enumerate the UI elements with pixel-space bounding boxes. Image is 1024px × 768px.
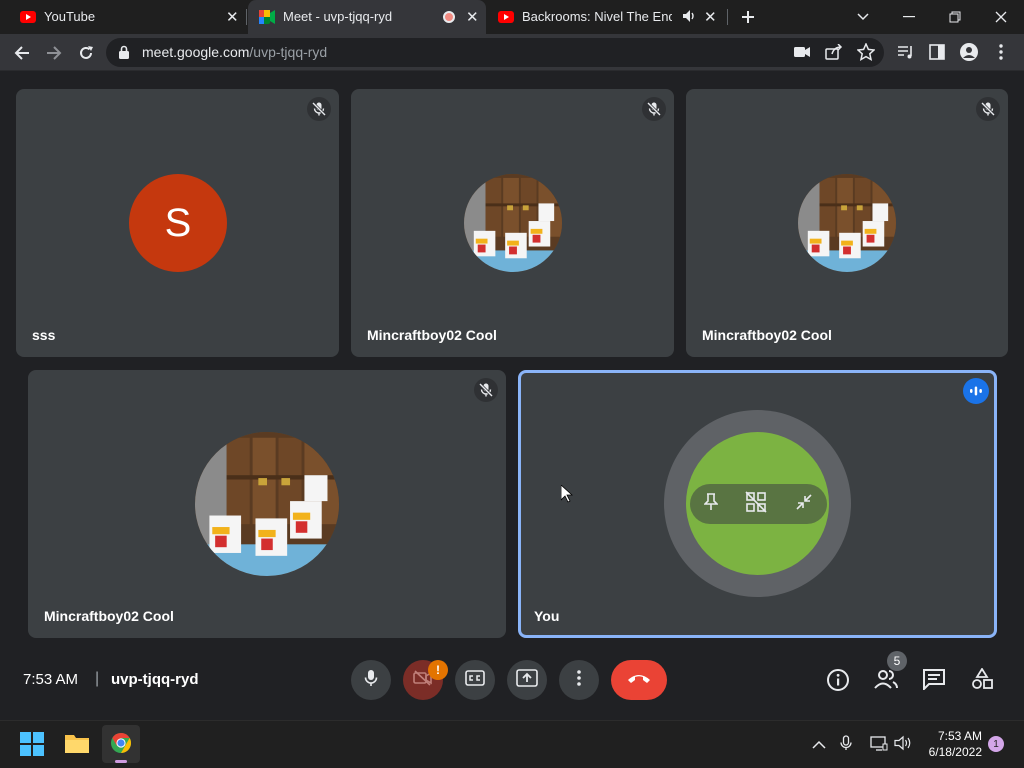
divider: | bbox=[95, 670, 100, 687]
meeting-code: uvp-tjqq-ryd bbox=[111, 671, 199, 688]
present-button[interactable] bbox=[507, 660, 547, 700]
leave-call-button[interactable] bbox=[611, 660, 667, 700]
tab-strip: YouTube ✕ Meet - uvp-tjqq-ryd ✕ Backroom… bbox=[0, 0, 1024, 34]
clock-date[interactable]: 6/18/2022 bbox=[916, 745, 982, 759]
tab-divider bbox=[246, 9, 247, 25]
participant-tile[interactable]: S sss bbox=[16, 89, 339, 357]
tab-search-button[interactable] bbox=[840, 0, 886, 34]
restore-button[interactable] bbox=[932, 0, 978, 34]
tab-divider bbox=[727, 9, 728, 25]
chat-button[interactable] bbox=[922, 668, 946, 692]
youtube-icon bbox=[498, 11, 514, 23]
info-icon bbox=[826, 669, 850, 696]
audio-playing-icon[interactable] bbox=[682, 9, 696, 26]
recording-indicator-icon bbox=[443, 11, 455, 23]
participant-name: You bbox=[534, 608, 560, 624]
show-hidden-icons-icon[interactable] bbox=[812, 737, 826, 755]
microphone-button[interactable] bbox=[351, 660, 391, 700]
lock-icon bbox=[119, 45, 129, 64]
back-button[interactable] bbox=[6, 34, 38, 71]
self-tile[interactable]: You bbox=[518, 370, 997, 638]
windows-icon bbox=[20, 732, 44, 760]
avatar: S bbox=[129, 174, 227, 272]
captions-button[interactable] bbox=[455, 660, 495, 700]
chrome-icon bbox=[110, 732, 132, 759]
url-text: meet.google.com/uvp-tjqq-ryd bbox=[142, 44, 327, 60]
share-icon[interactable] bbox=[825, 43, 843, 65]
close-tab-icon[interactable]: ✕ bbox=[466, 8, 479, 26]
mic-off-icon bbox=[474, 378, 498, 402]
tab-meet[interactable]: Meet - uvp-tjqq-ryd ✕ bbox=[248, 0, 486, 34]
present-screen-icon bbox=[516, 668, 538, 692]
frame-icon[interactable] bbox=[745, 490, 768, 518]
mic-off-icon bbox=[976, 97, 1000, 121]
people-icon bbox=[873, 670, 899, 694]
file-explorer-button[interactable] bbox=[64, 732, 90, 756]
url-path: /uvp-tjqq-ryd bbox=[249, 44, 328, 60]
participant-tile[interactable]: Mincraftboy02 Cool bbox=[351, 89, 674, 357]
media-controls-icon[interactable] bbox=[897, 44, 915, 65]
mic-off-icon bbox=[307, 97, 331, 121]
folder-icon bbox=[64, 735, 90, 758]
minimize-tile-icon[interactable] bbox=[795, 493, 813, 516]
participant-name: Mincraftboy02 Cool bbox=[702, 327, 832, 343]
microphone-tray-icon[interactable] bbox=[840, 735, 852, 756]
pin-icon[interactable] bbox=[702, 492, 719, 516]
chat-icon bbox=[922, 669, 946, 694]
tab-youtube[interactable]: YouTube ✕ bbox=[8, 0, 246, 34]
mic-off-icon bbox=[642, 97, 666, 121]
youtube-icon bbox=[20, 11, 36, 23]
clock-time[interactable]: 7:53 AM bbox=[926, 729, 982, 743]
url-domain: meet.google.com bbox=[142, 44, 250, 60]
chrome-taskbar-button[interactable] bbox=[102, 725, 140, 763]
profile-icon[interactable] bbox=[960, 43, 978, 61]
tab-backrooms[interactable]: Backrooms: Nivel The End | E ✕ bbox=[488, 0, 726, 34]
mouse-pointer-icon bbox=[560, 484, 574, 508]
more-vert-icon bbox=[577, 669, 581, 691]
participant-name: sss bbox=[32, 327, 56, 343]
kebab-menu-icon[interactable] bbox=[999, 44, 1003, 65]
camera-alert-badge: ! bbox=[428, 660, 448, 680]
avatar-letter: S bbox=[164, 200, 192, 245]
network-icon[interactable] bbox=[870, 735, 888, 756]
tab-title: Backrooms: Nivel The End | E bbox=[522, 9, 672, 24]
avatar bbox=[195, 432, 339, 576]
participant-tile[interactable]: Mincraftboy02 Cool bbox=[686, 89, 1008, 357]
close-window-button[interactable] bbox=[978, 0, 1024, 34]
activities-icon bbox=[971, 667, 993, 694]
start-button[interactable] bbox=[20, 732, 44, 756]
participant-name: Mincraftboy02 Cool bbox=[44, 608, 174, 624]
end-call-icon bbox=[626, 671, 652, 689]
close-tab-icon[interactable]: ✕ bbox=[704, 8, 717, 26]
people-count-badge: 5 bbox=[887, 651, 907, 671]
captions-icon bbox=[465, 669, 485, 691]
active-app-indicator bbox=[115, 760, 127, 763]
avatar bbox=[798, 174, 896, 272]
tile-hover-controls bbox=[690, 484, 827, 524]
more-options-button[interactable] bbox=[559, 660, 599, 700]
side-panel-icon[interactable] bbox=[929, 44, 945, 65]
bookmark-star-icon[interactable] bbox=[856, 42, 876, 66]
participant-name: Mincraftboy02 Cool bbox=[367, 327, 497, 343]
minimize-button[interactable] bbox=[886, 0, 932, 34]
new-tab-button[interactable] bbox=[736, 5, 760, 29]
meeting-time: 7:53 AM bbox=[23, 671, 79, 688]
camera-permission-icon[interactable] bbox=[794, 45, 810, 64]
reload-button[interactable] bbox=[70, 34, 102, 71]
forward-button[interactable] bbox=[38, 34, 70, 71]
close-tab-icon[interactable]: ✕ bbox=[226, 8, 239, 26]
meeting-details-button[interactable] bbox=[826, 668, 850, 692]
tab-title: Meet - uvp-tjqq-ryd bbox=[283, 9, 393, 24]
participant-tile[interactable]: Mincraftboy02 Cool bbox=[28, 370, 506, 638]
speaking-indicator-icon bbox=[963, 378, 989, 404]
notification-badge[interactable]: 1 bbox=[988, 736, 1004, 752]
avatar bbox=[464, 174, 562, 272]
google-meet-icon bbox=[259, 10, 275, 24]
activities-button[interactable] bbox=[971, 667, 995, 694]
people-button[interactable] bbox=[873, 668, 899, 692]
microphone-icon bbox=[364, 669, 378, 692]
volume-icon[interactable] bbox=[894, 735, 912, 756]
tab-title: YouTube bbox=[44, 9, 96, 24]
